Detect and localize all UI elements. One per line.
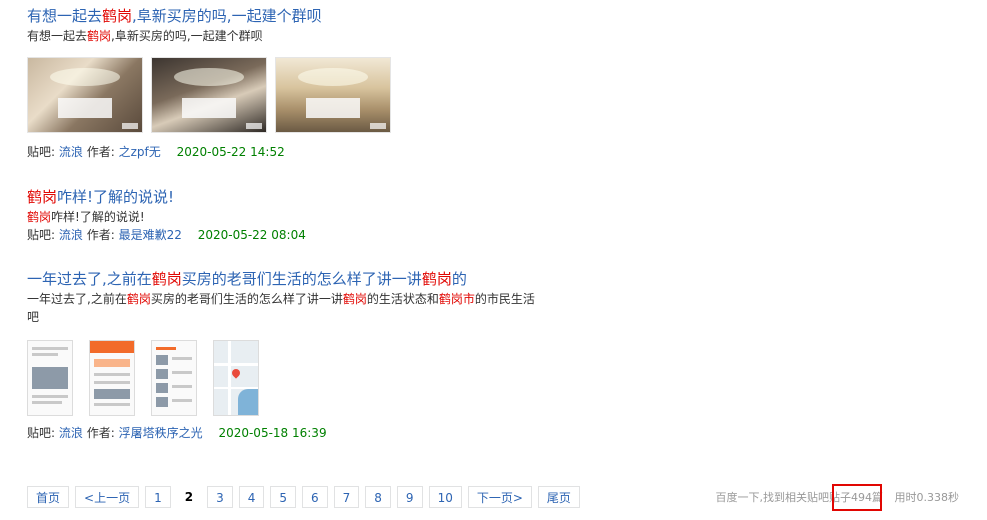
title-keyword: 鹤岗 [27,188,58,206]
title-text: 咋样!了解的说说! [57,188,175,206]
title-keyword: 鹤岗 [421,270,452,288]
author-label: 作者: [86,426,115,440]
snippet-keyword: 鹤岗市 [438,292,475,306]
author-label: 作者: [86,228,115,242]
page-1-button[interactable]: 1 [145,486,171,508]
page-8-button[interactable]: 8 [365,486,391,508]
bar-name-link[interactable]: 流浪 [59,426,83,440]
snippet-text: 的生活状态和 [366,292,439,306]
post-snippet: 鹤岗咋样!了解的说说! [27,208,547,226]
search-time: 用时0.338秒 [894,491,960,504]
highlight-annotation-box [832,484,882,511]
page-3-button[interactable]: 3 [207,486,233,508]
app-screenshot-thumbnail[interactable] [89,340,135,416]
app-screenshot-thumbnail[interactable] [151,340,197,416]
title-keyword: 鹤岗 [151,270,182,288]
post-title-link[interactable]: 一年过去了,之前在鹤岗买房的老哥们生活的怎么样了讲一讲鹤岗的 [27,269,547,289]
post-meta: 贴吧: 流浪 作者: 浮屠塔秩序之光 2020-05-18 16:39 [27,424,547,442]
result-post-1: 有想一起去鹤岗,阜新买房的吗,一起建个群呗 有想一起去鹤岗,阜新买房的吗,一起建… [27,6,547,161]
author-link[interactable]: 之zpf无 [119,145,161,159]
title-text: 有想一起去 [27,7,103,25]
post-date: 2020-05-22 08:04 [197,228,306,242]
last-page-button[interactable]: 尾页 [537,486,580,508]
post-snippet: 有想一起去鹤岗,阜新买房的吗,一起建个群呗 [27,27,547,45]
post-meta: 贴吧: 流浪 作者: 之zpf无 2020-05-22 14:52 [27,143,547,161]
page-9-button[interactable]: 9 [396,486,423,508]
stats-prefix: 百度一下,找到相关贴吧贴子 [715,491,852,504]
next-page-button[interactable]: 下一页> [467,486,532,508]
page-7-button[interactable]: 7 [333,486,360,508]
snippet-keyword: 鹤岗 [27,210,52,224]
current-page: 2 [176,486,202,508]
result-post-2: 鹤岗咋样!了解的说说! 鹤岗咋样!了解的说说! 贴吧: 流浪 作者: 最是难歉2… [27,187,547,244]
bedroom-photo-thumbnail[interactable] [27,57,143,133]
result-post-3: 一年过去了,之前在鹤岗买房的老哥们生活的怎么样了讲一讲鹤岗的 一年过去了,之前在… [27,269,547,442]
page-5-button[interactable]: 5 [270,486,296,508]
map-pin-icon [230,367,242,379]
author-label: 作者: [86,145,115,159]
pagination: 首页 <上一页 1 2 3 4 5 6 7 8 9 10 下一页> 尾页 [27,486,580,508]
post-title-link[interactable]: 有想一起去鹤岗,阜新买房的吗,一起建个群呗 [27,6,547,26]
bar-name-link[interactable]: 流浪 [59,145,83,159]
title-text: 一年过去了,之前在 [27,270,152,288]
snippet-text: ,阜新买房的吗,一起建个群呗 [111,29,263,43]
post-date: 2020-05-18 16:39 [218,426,327,440]
page-10-button[interactable]: 10 [428,486,462,508]
snippet-keyword: 鹤岗 [87,29,112,43]
first-page-button[interactable]: 首页 [27,486,70,508]
bedroom-photo-thumbnail[interactable] [151,57,267,133]
bar-label: 贴吧: [27,145,56,159]
post-title-link[interactable]: 鹤岗咋样!了解的说说! [27,187,547,207]
post-thumbnails [27,57,547,133]
title-text: 买房的老哥们生活的怎么样了讲一讲 [181,270,422,288]
snippet-text: 咋样!了解的说说! [51,210,145,224]
app-screenshot-thumbnail[interactable] [27,340,73,416]
bar-label: 贴吧: [27,426,56,440]
snippet-text: 有想一起去 [27,29,88,43]
title-keyword: 鹤岗 [102,7,133,25]
author-link[interactable]: 最是难歉22 [119,228,182,242]
post-thumbnails [27,340,547,416]
page-4-button[interactable]: 4 [238,486,265,508]
bar-name-link[interactable]: 流浪 [59,228,83,242]
title-text: ,阜新买房的吗,一起建个群呗 [132,7,322,25]
post-snippet: 一年过去了,之前在鹤岗买房的老哥们生活的怎么样了讲一讲鹤岗的生活状态和鹤岗市的市… [27,290,542,326]
bar-label: 贴吧: [27,228,56,242]
page-6-button[interactable]: 6 [302,486,328,508]
snippet-text: 买房的老哥们生活的怎么样了讲一讲 [150,292,343,306]
map-screenshot-thumbnail[interactable] [213,340,259,416]
snippet-keyword: 鹤岗 [126,292,151,306]
snippet-keyword: 鹤岗 [342,292,367,306]
title-text: 的 [451,270,467,288]
snippet-text: 一年过去了,之前在 [27,292,127,306]
post-meta: 贴吧: 流浪 作者: 最是难歉22 2020-05-22 08:04 [27,226,547,244]
post-date: 2020-05-22 14:52 [176,145,285,159]
prev-page-button[interactable]: <上一页 [75,486,140,508]
livingroom-photo-thumbnail[interactable] [275,57,391,133]
author-link[interactable]: 浮屠塔秩序之光 [119,426,203,440]
